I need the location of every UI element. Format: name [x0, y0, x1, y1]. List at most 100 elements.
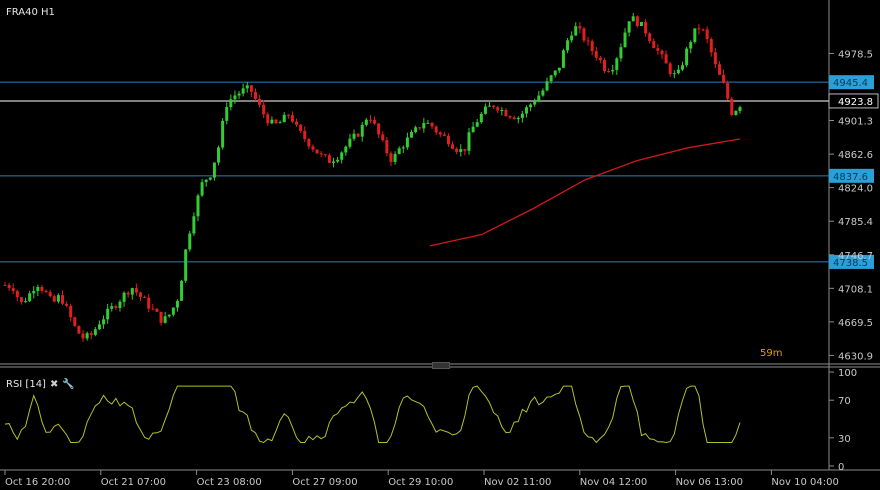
candle-body [582, 28, 586, 41]
price-tick-label: 4630.9 [838, 351, 873, 362]
rsi-tick-label: 70 [838, 396, 851, 407]
candle-body [570, 35, 574, 41]
candle-body [233, 95, 237, 100]
candle-body [561, 50, 565, 68]
time-tick-label: Nov 02 11:00 [484, 477, 551, 488]
close-icon[interactable]: ✖ [50, 379, 58, 390]
candle-body [175, 300, 179, 308]
candle-body [151, 308, 155, 310]
candle-body [446, 135, 450, 145]
candle-body [24, 301, 28, 303]
candle-body [360, 124, 364, 137]
candle-body [549, 75, 553, 82]
candle-body [15, 291, 19, 298]
candle-body [635, 16, 639, 27]
candle-body [738, 107, 742, 111]
candle-body [557, 67, 561, 71]
candle-body [615, 58, 619, 70]
candle-body [685, 48, 689, 66]
candle-body [422, 123, 426, 129]
candle-body [7, 285, 11, 289]
candle-body [253, 91, 257, 99]
candle-body [290, 115, 294, 122]
level-tag-label: 4945.4 [833, 78, 868, 89]
time-tick-label: Oct 21 07:00 [101, 477, 166, 488]
candle-body [315, 149, 319, 154]
candle-body [492, 105, 496, 108]
candle-body [713, 52, 717, 65]
candle-body [373, 120, 377, 124]
candle-body [331, 161, 335, 163]
candle-body [159, 311, 163, 323]
candle-body [180, 280, 184, 301]
candle-body [60, 295, 64, 304]
candle-body [516, 117, 520, 120]
candle-body [249, 85, 253, 92]
candle-body [93, 329, 97, 335]
price-tick-label: 4785.4 [838, 217, 873, 228]
candle-body [475, 122, 479, 127]
candle-body [648, 33, 652, 42]
candle-body [697, 28, 701, 30]
candle-body [167, 314, 171, 317]
candle-body [139, 292, 143, 297]
current-price-label: 4923.8 [838, 97, 873, 108]
candle-body [212, 162, 216, 178]
candle-body [479, 113, 483, 123]
candle-body [102, 319, 106, 325]
time-tick-label: Oct 27 09:00 [292, 477, 357, 488]
candle-body [85, 333, 89, 339]
wrench-icon[interactable]: 🔧 [62, 379, 74, 390]
candle-body [192, 216, 196, 234]
candle-body [28, 293, 32, 302]
candle-body [488, 105, 492, 107]
candle-body [336, 159, 340, 162]
candle-body [496, 107, 500, 111]
time-tick-label: Nov 10 04:00 [771, 477, 838, 488]
time-tick-label: Oct 16 20:00 [5, 477, 70, 488]
candle-body [471, 126, 475, 133]
candle-body [36, 286, 40, 291]
candle-body [245, 85, 249, 89]
time-tick-label: Oct 29 10:00 [388, 477, 453, 488]
candle-body [537, 95, 541, 102]
price-chart[interactable]: 4945.44837.64738.54923.8 4978.54901.3486… [0, 0, 880, 490]
candle-body [512, 117, 516, 120]
candle-body [660, 50, 664, 55]
candle-body [619, 47, 623, 59]
candle-body [19, 297, 23, 303]
candle-body [631, 16, 635, 22]
candle-body [734, 110, 738, 115]
candle-body [627, 21, 631, 33]
candle-body [106, 308, 110, 320]
candle-body [270, 119, 274, 124]
candle-body [286, 114, 290, 116]
candle-body [65, 303, 69, 306]
level-tag-label: 4837.6 [833, 172, 868, 183]
candle-body [130, 288, 134, 295]
candle-body [414, 127, 418, 133]
candle-body [541, 90, 545, 96]
candle-body [590, 41, 594, 52]
candle-body [319, 153, 323, 155]
candle-body [311, 146, 315, 150]
candle-body [356, 133, 360, 137]
price-tick-label: 4746.7 [838, 251, 873, 262]
candle-body [586, 40, 590, 42]
candle-body [730, 98, 734, 115]
candle-body [693, 28, 697, 43]
candle-body [393, 153, 397, 162]
candle-body [143, 296, 147, 298]
candle-body [196, 195, 200, 217]
candle-body [578, 26, 582, 29]
candle-body [3, 284, 7, 286]
candle-body [602, 60, 606, 72]
candle-body [237, 93, 241, 96]
candle-body [48, 292, 52, 297]
panel-resize-handle[interactable] [432, 362, 450, 369]
candle-body [594, 51, 598, 58]
candle-body [221, 120, 225, 148]
candle-body [623, 32, 627, 48]
candle-body [377, 123, 381, 135]
candle-body [520, 113, 524, 118]
